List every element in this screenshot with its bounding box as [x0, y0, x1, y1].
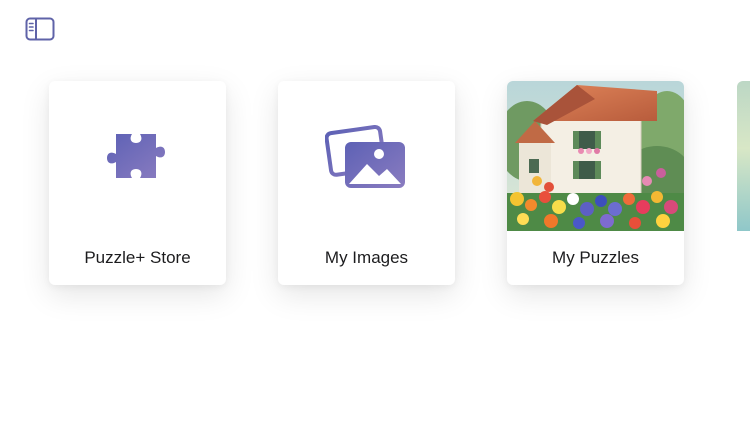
painting-thumbnail — [507, 81, 684, 231]
puzzle-store-card[interactable]: Puzzle+ Store — [49, 81, 226, 285]
photos-icon — [324, 124, 405, 188]
my-images-card[interactable]: My Images — [278, 81, 455, 285]
sidebar-left-icon — [25, 17, 55, 41]
partial-next-card[interactable] — [737, 81, 750, 231]
home-screen: Puzzle+ Store My Images My Puzzles — [0, 0, 750, 422]
card-icon-area — [278, 81, 455, 231]
card-label: Puzzle+ Store — [84, 248, 191, 267]
card-icon-area — [49, 81, 226, 231]
puzzle-piece-icon — [106, 134, 165, 178]
sidebar-toggle-button[interactable] — [24, 16, 56, 42]
card-label: My Puzzles — [552, 248, 639, 267]
my-puzzles-card[interactable]: My Puzzles — [507, 81, 684, 285]
card-label: My Images — [324, 248, 409, 267]
